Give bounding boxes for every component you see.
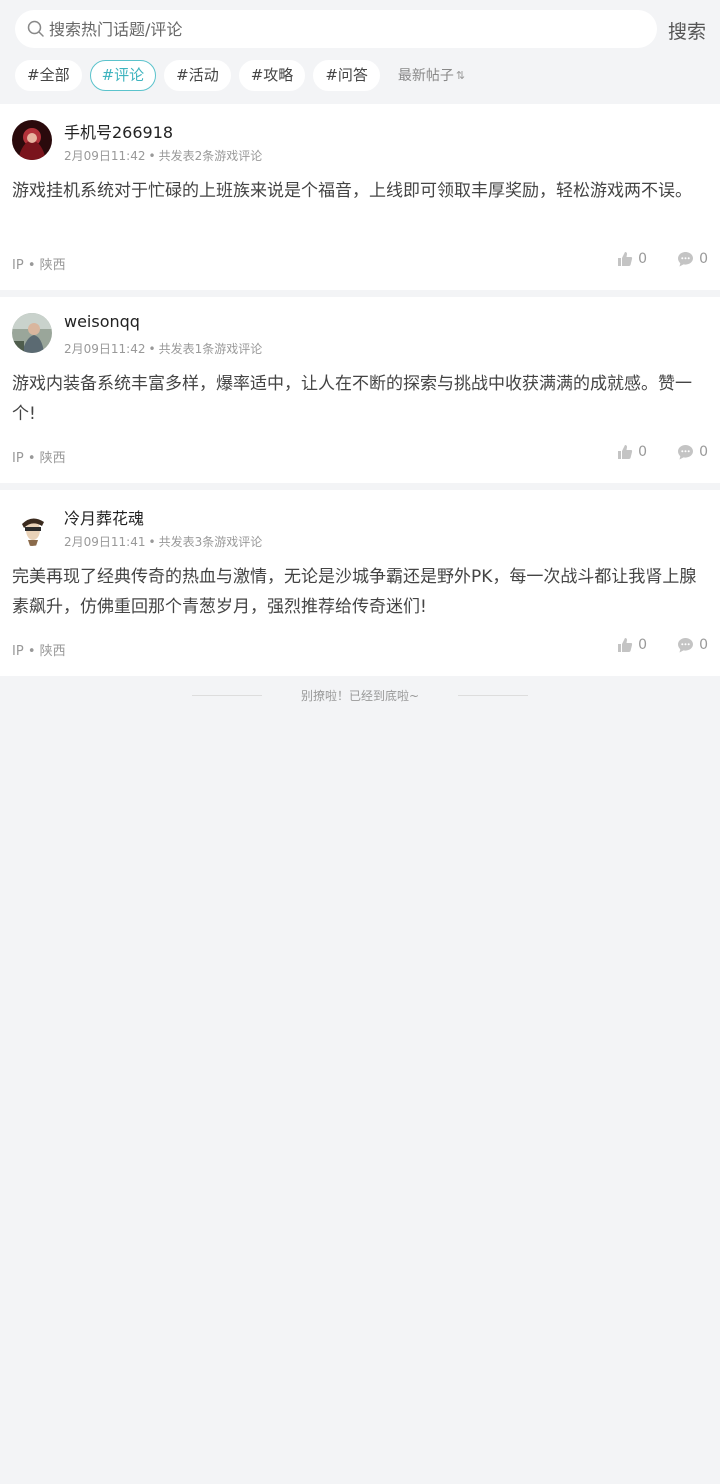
ip-region: 陕西 xyxy=(39,644,66,659)
tab-comments[interactable]: #评论 xyxy=(89,59,157,91)
sort-icon: ⇅ xyxy=(455,68,466,82)
comment-count: 0 xyxy=(699,444,708,460)
like-button[interactable]: 0 xyxy=(617,251,647,267)
comment-icon xyxy=(678,445,694,460)
post-content[interactable]: 游戏内装备系统丰富多样，爆率适中，让人在不断的探索与挑战中收获满满的成就感。赞一… xyxy=(12,369,702,429)
username[interactable]: weisonqq xyxy=(64,312,140,331)
top-bar: 搜索 #全部 #评论 #活动 #攻略 #问答 最新帖子 ⇅ xyxy=(0,0,720,104)
avatar[interactable] xyxy=(12,120,52,160)
tab-events[interactable]: #活动 xyxy=(164,59,231,91)
post-time: 2月09日11:42 xyxy=(64,342,146,356)
post-actions: 0 0 xyxy=(617,251,708,267)
post-time: 2月09日11:41 xyxy=(64,535,146,549)
post-meta: 2月09日11:41 • 共发表3条游戏评论 xyxy=(64,535,263,549)
search-button[interactable]: 搜索 xyxy=(668,17,706,44)
search-icon xyxy=(27,20,44,37)
thumbs-up-icon xyxy=(618,252,633,266)
post-actions: 0 0 xyxy=(617,444,708,460)
post-time: 2月09日11:42 xyxy=(64,149,146,163)
post-summary: 共发表1条游戏评论 xyxy=(158,342,263,356)
comment-button[interactable]: 0 xyxy=(677,637,708,653)
ip-label: IP xyxy=(12,258,24,273)
comment-count: 0 xyxy=(699,251,708,267)
like-count: 0 xyxy=(638,251,648,267)
post-content[interactable]: 完美再现了经典传奇的热血与激情，无论是沙城争霸还是野外PK，每一次战斗都让我肾上… xyxy=(12,562,702,622)
post-actions: 0 0 xyxy=(617,637,708,653)
thumbs-up-icon xyxy=(618,445,633,459)
tab-qa[interactable]: #问答 xyxy=(313,59,380,91)
search-box[interactable] xyxy=(15,10,657,48)
username[interactable]: 冷月葬花魂 xyxy=(64,505,144,529)
tab-guides[interactable]: #攻略 xyxy=(238,59,306,91)
post-meta: 2月09日11:42 • 共发表2条游戏评论 xyxy=(64,149,263,163)
search-input[interactable] xyxy=(49,19,609,39)
comment-icon xyxy=(678,638,694,653)
ip-location: IP • 陕西 xyxy=(12,644,66,659)
post-summary: 共发表2条游戏评论 xyxy=(158,149,263,163)
ip-label: IP xyxy=(12,644,24,659)
post-card[interactable]: 手机号266918 2月09日11:42 • 共发表2条游戏评论 游戏挂机系统对于忙… xyxy=(0,104,720,290)
ip-location: IP • 陕西 xyxy=(12,258,66,273)
comment-button[interactable]: 0 xyxy=(677,251,708,267)
post-card[interactable]: weisonqq 2月09日11:42 • 共发表1条游戏评论 游戏内装备系统丰富多… xyxy=(0,297,720,483)
end-of-list: 别撩啦！已经到底啦~ xyxy=(0,684,720,706)
end-of-list-text: 别撩啦！已经到底啦~ xyxy=(300,689,420,703)
tab-all[interactable]: #全部 xyxy=(15,59,82,91)
sort-dropdown[interactable]: 最新帖子 ⇅ xyxy=(398,65,465,85)
ip-region: 陕西 xyxy=(39,451,66,466)
avatar[interactable] xyxy=(12,506,52,546)
topic-tabs: #全部 #评论 #活动 #攻略 #问答 最新帖子 ⇅ xyxy=(15,59,465,91)
like-count: 0 xyxy=(638,444,648,460)
comment-icon xyxy=(678,252,694,267)
ip-label: IP xyxy=(12,451,24,466)
divider xyxy=(458,695,528,696)
ip-region: 陕西 xyxy=(39,258,66,273)
post-content[interactable]: 游戏挂机系统对于忙碌的上班族来说是个福音，上线即可领取丰厚奖励，轻松游戏两不误。 xyxy=(12,176,702,206)
post-summary: 共发表3条游戏评论 xyxy=(158,535,263,549)
sort-label: 最新帖子 xyxy=(397,68,454,84)
thumbs-up-icon xyxy=(618,638,633,652)
username[interactable]: 手机号266918 xyxy=(64,119,173,143)
like-button[interactable]: 0 xyxy=(617,444,647,460)
like-count: 0 xyxy=(638,637,648,653)
like-button[interactable]: 0 xyxy=(617,637,647,653)
post-card[interactable]: 冷月葬花魂 2月09日11:41 • 共发表3条游戏评论 完美再现了经典传奇的热血与… xyxy=(0,490,720,676)
comment-count: 0 xyxy=(699,637,708,653)
ip-location: IP • 陕西 xyxy=(12,451,66,466)
post-meta: 2月09日11:42 • 共发表1条游戏评论 xyxy=(64,342,263,356)
comment-button[interactable]: 0 xyxy=(677,444,708,460)
avatar[interactable] xyxy=(12,313,52,353)
